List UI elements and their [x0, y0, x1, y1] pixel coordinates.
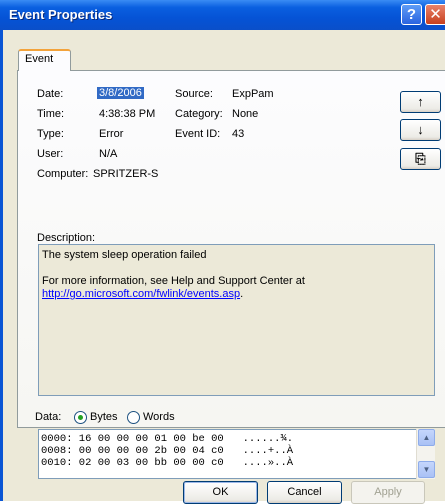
close-icon: ✕: [429, 6, 442, 23]
category-label: Category:: [175, 108, 223, 120]
date-label: Date:: [37, 88, 64, 100]
radio-selected-dot: [78, 415, 83, 420]
data-label: Data:: [35, 411, 62, 423]
data-row: 0010: 02 00 03 00 bb 00 00 c0 ....»..À: [41, 457, 294, 469]
arrow-up-icon: ↑: [417, 94, 424, 109]
help-icon: ?: [406, 6, 417, 23]
source-value: ExpPam: [232, 88, 274, 100]
description-text-box[interactable]: The system sleep operation failed For mo…: [38, 244, 435, 396]
event-id-label: Event ID:: [175, 128, 221, 140]
computer-label: Computer:: [37, 168, 89, 180]
scroll-down-icon: ▼: [422, 465, 431, 474]
copy-event-button[interactable]: ⎘: [400, 148, 441, 170]
tab-event-label: Event: [25, 53, 54, 65]
data-scrollbar[interactable]: ▲ ▼: [416, 429, 435, 479]
next-event-button[interactable]: ↓: [400, 119, 441, 141]
scroll-down-button[interactable]: ▼: [418, 461, 435, 478]
words-radio-label[interactable]: Words: [143, 411, 175, 423]
tab-event[interactable]: Event: [18, 49, 71, 71]
description-label: Description:: [37, 232, 96, 244]
computer-value: SPRITZER-S: [93, 168, 159, 180]
bytes-radio[interactable]: [74, 411, 87, 424]
time-value: 4:38:38 PM: [99, 108, 156, 120]
type-label: Type:: [37, 128, 64, 140]
copy-icon: ⎘: [415, 151, 426, 166]
window-title: Event Properties: [9, 7, 113, 22]
data-row: 0008: 00 00 00 00 2b 00 04 c0 ....+..À: [41, 445, 294, 457]
help-button[interactable]: ?: [401, 4, 422, 25]
time-label: Time:: [37, 108, 65, 120]
close-button[interactable]: ✕: [425, 4, 445, 25]
user-label: User:: [37, 148, 64, 160]
scroll-up-icon: ▲: [422, 433, 431, 442]
scroll-up-button[interactable]: ▲: [418, 429, 435, 446]
source-label: Source:: [175, 88, 213, 100]
dialog-body: Event Date: 3/8/2006 Time: 4:38:38 PM Ty…: [0, 30, 445, 504]
title-bar[interactable]: Event Properties ? ✕: [0, 0, 445, 30]
data-row: 0000: 16 00 00 00 01 00 be 00 ......¾.: [41, 433, 294, 445]
description-line-1: The system sleep operation failed: [42, 249, 207, 261]
help-link[interactable]: http://go.microsoft.com/fwlink/events.as…: [42, 288, 240, 300]
date-value[interactable]: 3/8/2006: [97, 87, 144, 99]
user-value: N/A: [99, 148, 118, 160]
previous-event-button[interactable]: ↑: [400, 91, 441, 113]
data-hex-box[interactable]: 0000: 16 00 00 00 01 00 be 00 ......¾. 0…: [38, 429, 435, 479]
type-value: Error: [99, 128, 124, 140]
description-line-2: For more information, see Help and Suppo…: [42, 275, 305, 287]
link-suffix: .: [240, 288, 244, 300]
category-value: None: [232, 108, 259, 120]
arrow-down-icon: ↓: [417, 122, 424, 137]
words-radio[interactable]: [127, 411, 140, 424]
bytes-radio-label[interactable]: Bytes: [90, 411, 118, 423]
event-id-value: 43: [232, 128, 245, 140]
